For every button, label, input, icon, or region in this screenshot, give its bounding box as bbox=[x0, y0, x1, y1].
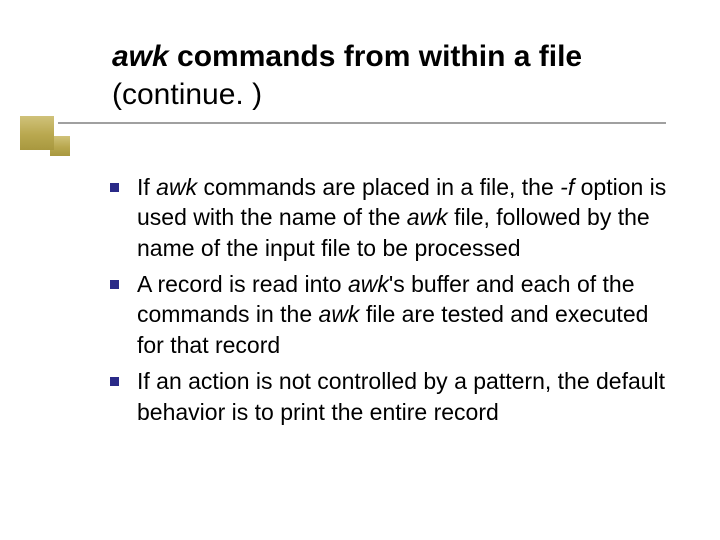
text-run: If bbox=[137, 174, 156, 200]
bullet-item: A record is read into awk's buffer and e… bbox=[110, 269, 680, 360]
text-run-italic: -f bbox=[560, 174, 574, 200]
slide-title: awk commands from within a file (continu… bbox=[112, 38, 672, 113]
square-bullet-icon bbox=[110, 183, 119, 192]
text-run-italic: awk bbox=[348, 271, 389, 297]
title-segment-bold: commands from within a file bbox=[177, 40, 582, 73]
bullet-text: If awk commands are placed in a file, th… bbox=[137, 172, 680, 263]
square-bullet-icon bbox=[110, 280, 119, 289]
bullet-text: If an action is not controlled by a patt… bbox=[137, 366, 680, 427]
text-run: If an action is not controlled by a patt… bbox=[137, 368, 665, 424]
bullet-item: If an action is not controlled by a patt… bbox=[110, 366, 680, 427]
text-run: commands are placed in a file, the bbox=[197, 174, 560, 200]
title-segment-italic: awk bbox=[112, 40, 177, 73]
text-run-italic: awk bbox=[407, 204, 448, 230]
bullet-text: A record is read into awk's buffer and e… bbox=[137, 269, 680, 360]
text-run: A record is read into bbox=[137, 271, 348, 297]
slide: awk commands from within a file (continu… bbox=[0, 0, 720, 540]
decorative-square-large bbox=[20, 116, 54, 150]
text-run-italic: awk bbox=[156, 174, 197, 200]
body-text-area: If awk commands are placed in a file, th… bbox=[110, 172, 680, 433]
title-segment-plain: (continue. ) bbox=[112, 78, 262, 111]
text-run-italic: awk bbox=[319, 301, 360, 327]
bullet-item: If awk commands are placed in a file, th… bbox=[110, 172, 680, 263]
square-bullet-icon bbox=[110, 377, 119, 386]
title-underline bbox=[58, 122, 666, 124]
